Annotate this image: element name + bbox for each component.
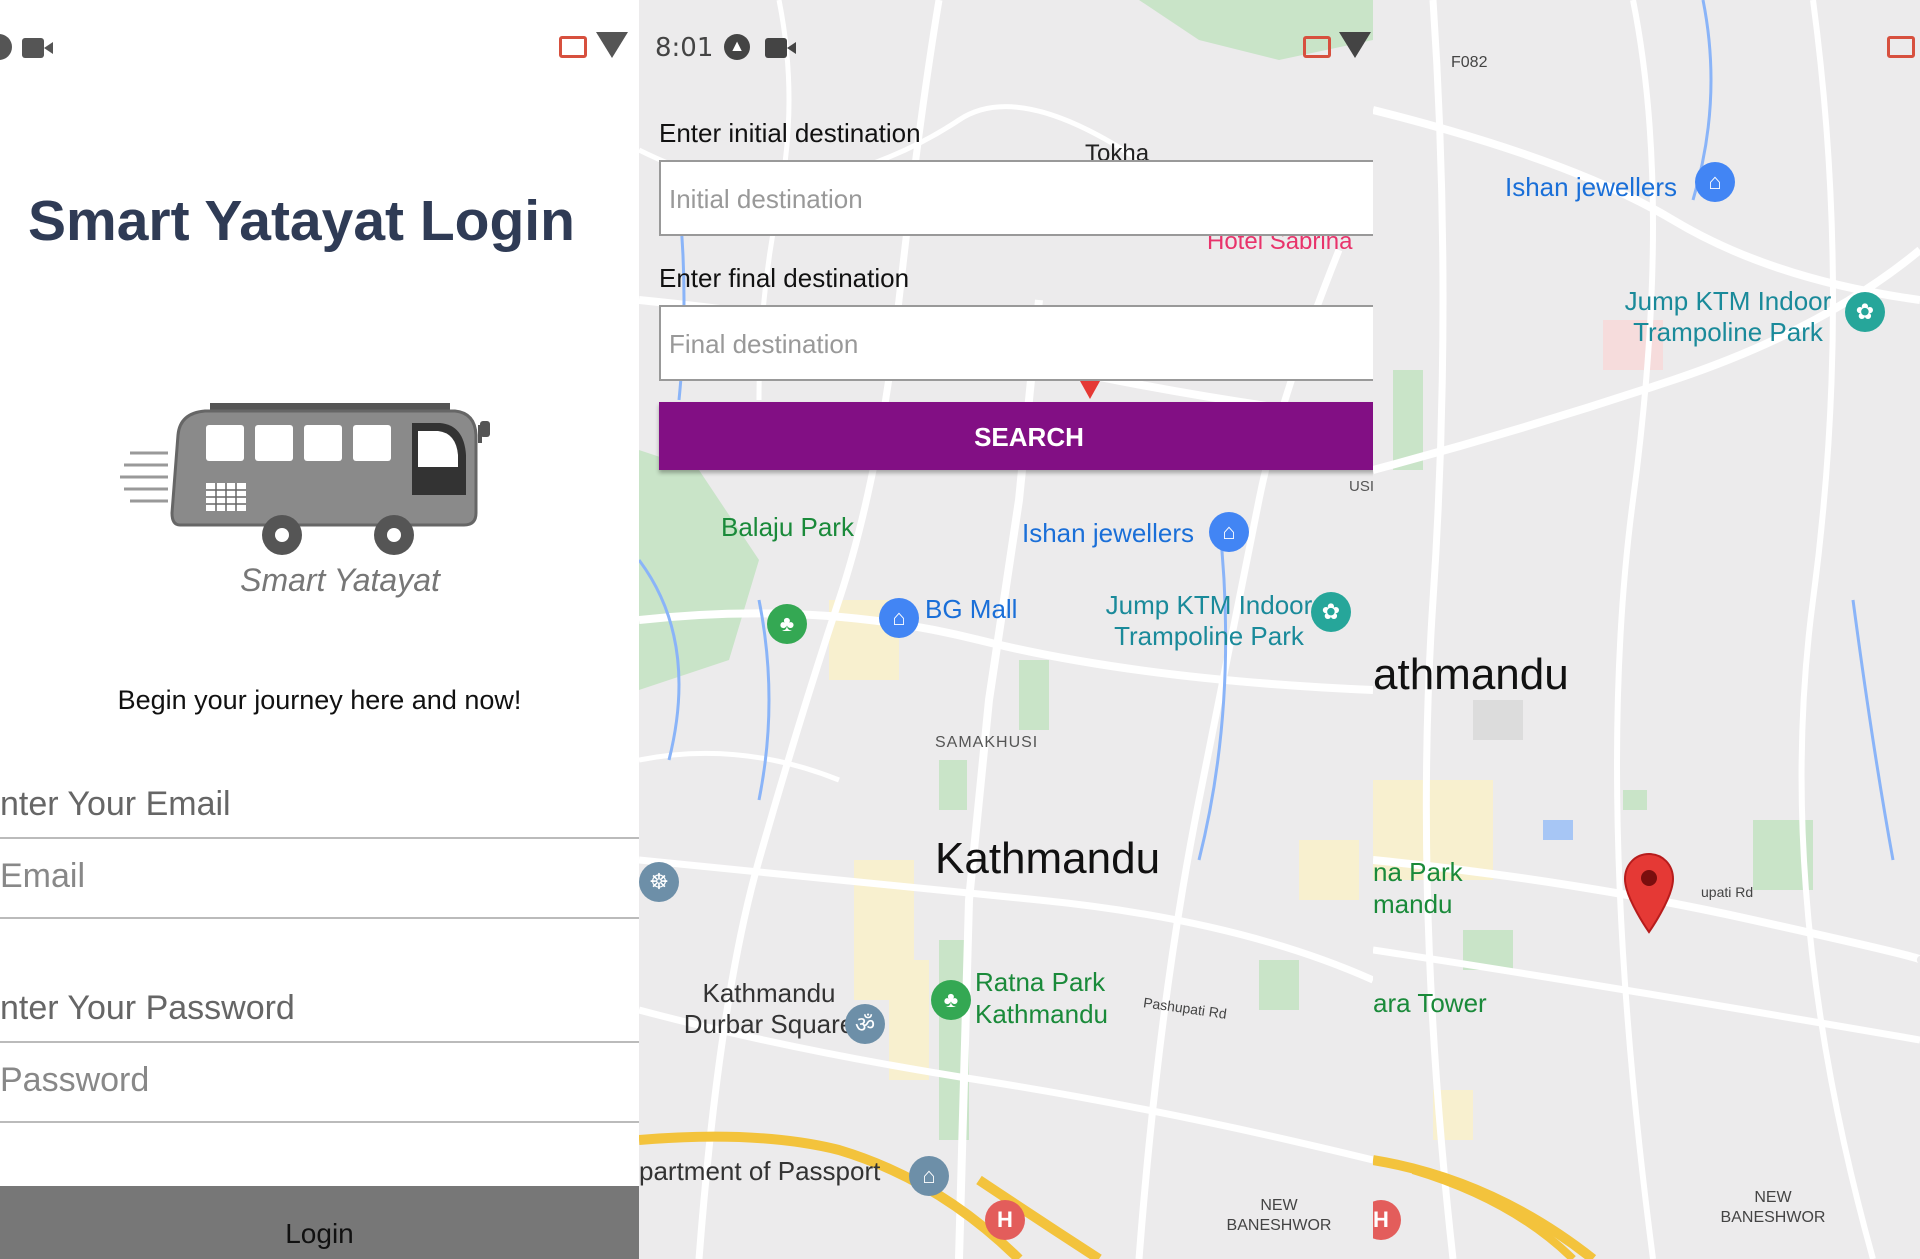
final-destination-input[interactable]: Final destination [659, 305, 1373, 381]
park-tree-icon[interactable]: ♣ [931, 980, 971, 1020]
map-label-bg-mall: BG Mall [925, 594, 1018, 624]
government-building-icon[interactable]: ⌂ [909, 1156, 949, 1196]
map-label-ishan-jewellers: Ishan jewellers [1022, 518, 1194, 548]
cast-icon [1887, 36, 1915, 58]
status-time: 8:01 [655, 33, 714, 63]
video-record-icon [765, 38, 787, 58]
email-label: nter Your Email [0, 785, 231, 823]
wifi-icon [1339, 32, 1371, 58]
map-label-durbar-line1: Kathmandu [702, 978, 836, 1008]
om-temple-icon[interactable]: ॐ [845, 1004, 885, 1044]
map-label-tower: ara Tower [1373, 988, 1487, 1018]
map-marker-icon[interactable] [1080, 381, 1100, 399]
video-record-icon-lens [787, 42, 796, 54]
map-label-new-line1: NEW [1754, 1189, 1792, 1206]
map-label-kathmandu: athmandu [1373, 650, 1569, 699]
logo-text: Smart Yatayat [240, 562, 440, 598]
shopping-bag-icon[interactable]: ⌂ [1209, 512, 1249, 552]
map-label-new-line1: NEW [1260, 1197, 1298, 1214]
map-label-jump-ktm-line2: Trampoline Park [1633, 317, 1823, 347]
map-label-new-line2: BANESHWOR [1720, 1209, 1826, 1226]
map-marker-icon[interactable] [1623, 852, 1675, 934]
password-label: nter Your Password [0, 989, 295, 1027]
map-label-samakhusi: SAMAKHUSI [935, 734, 1039, 751]
map-label-new-baneshwor: NEW BANESHWOR [1713, 1188, 1833, 1228]
map-label-jump-ktm-line1: Jump KTM Indoor [1624, 286, 1832, 316]
map-label-jump-ktm-line1: Jump KTM Indoor [1105, 590, 1313, 620]
video-record-icon [22, 38, 44, 58]
tagline: Begin your journey here and now! [117, 685, 522, 715]
search-map-screen: 8:01 ▲ Tokha Hotel Sabrina USI Balaju Pa… [639, 0, 1373, 1259]
map-label-kathmandu: Kathmandu [935, 834, 1161, 883]
park-tree-icon[interactable]: ♣ [767, 604, 807, 644]
temple-icon[interactable]: ☸ [639, 862, 679, 902]
wifi-icon [596, 32, 628, 58]
map-label-balaju-park: Balaju Park [721, 512, 854, 542]
map-label-usi: USI [1349, 478, 1373, 495]
map-label-ratna-line2: mandu [1373, 889, 1453, 919]
video-record-icon-lens [44, 42, 53, 54]
hospital-icon[interactable]: H [985, 1200, 1025, 1240]
map-label-new-baneshwor: NEW BANESHWOR [1209, 1196, 1349, 1236]
cast-icon [559, 36, 587, 58]
initial-destination-input[interactable]: Initial destination [659, 160, 1373, 236]
initial-destination-label: Enter initial destination [659, 118, 921, 148]
search-button[interactable]: SEARCH [659, 402, 1373, 470]
map-label-pashupati-rd: upati Rd [1701, 884, 1754, 900]
map-label-ishan-jewellers: Ishan jewellers [1505, 172, 1677, 202]
amusement-park-icon[interactable]: ✿ [1311, 592, 1351, 632]
shopping-bag-icon[interactable]: ⌂ [879, 598, 919, 638]
map-label-ratna-line2: Kathmandu [975, 999, 1108, 1029]
page-title: Smart Yatayat Login [28, 189, 575, 253]
shopping-bag-icon[interactable]: ⌂ [1695, 162, 1735, 202]
map-label-ratna-line1: Ratna Park [975, 967, 1106, 997]
map-result-screen: F082 Ishan jewellers ⌂ Jump KTM Indoor T… [1373, 0, 1920, 1259]
final-destination-label: Enter final destination [659, 263, 910, 293]
map-label-new-line2: BANESHWOR [1226, 1217, 1332, 1234]
map-label-ratna-park: na Park mandu [1373, 856, 1463, 920]
cast-icon [1303, 36, 1331, 58]
app-a-icon: ▲ [724, 34, 750, 60]
map-label-jump-ktm: Jump KTM Indoor Trampoline Park [1079, 590, 1339, 652]
map-label-passport: partment of Passport [639, 1156, 881, 1186]
email-field[interactable]: Email [0, 837, 639, 919]
status-app-icon [0, 34, 12, 60]
password-field[interactable]: Password [0, 1041, 639, 1123]
amusement-park-icon[interactable]: ✿ [1845, 292, 1885, 332]
map-label-jump-ktm-line2: Trampoline Park [1114, 621, 1304, 651]
login-button[interactable]: Login [0, 1186, 639, 1259]
map-label-ratna-park: Ratna Park Kathmandu [975, 966, 1108, 1030]
login-screen: Smart Yatayat Login Smart Yatayat Begin … [0, 0, 639, 1259]
map-label-jump-ktm: Jump KTM Indoor Trampoline Park [1603, 286, 1853, 348]
map-label-f082: F082 [1451, 54, 1488, 71]
map-label-ratna-line1: na Park [1373, 857, 1463, 887]
